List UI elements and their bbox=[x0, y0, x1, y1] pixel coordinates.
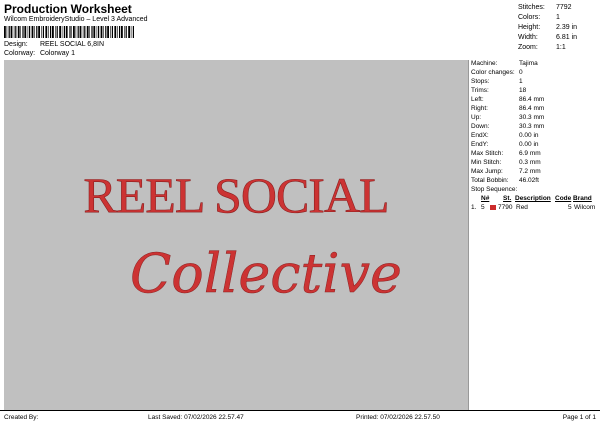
info-min-stitch: Min Stitch: 0.3 mm bbox=[471, 159, 541, 166]
stop-sequence-title: Stop Sequence: bbox=[471, 186, 518, 193]
footer-last-saved: Last Saved: 07/02/2026 22.57.47 bbox=[148, 414, 244, 421]
stop-sequence-header: N# St. Description Code Brand bbox=[471, 195, 595, 203]
info-right: Right: 86.4 mm bbox=[471, 105, 545, 112]
info-total-bobbin: Total Bobbin: 46.02ft bbox=[471, 177, 539, 184]
info-color-changes: Color changes: 0 bbox=[471, 69, 523, 76]
row-num: 5 bbox=[481, 204, 485, 211]
table-row: 1. 5 7790 Red 5 Wilcom bbox=[471, 204, 595, 212]
info-up: Up: 30.3 mm bbox=[471, 114, 545, 121]
color-swatch bbox=[490, 204, 496, 212]
colorway-label: Colorway: bbox=[4, 50, 36, 57]
col-brand: Brand bbox=[573, 195, 592, 202]
row-st: 7790 bbox=[498, 204, 513, 211]
software-subtitle: Wilcom EmbroideryStudio – Level 3 Advanc… bbox=[4, 16, 148, 23]
info-endy: EndY: 0.00 in bbox=[471, 141, 539, 148]
stat-zoom: Zoom: 1:1 bbox=[518, 44, 566, 51]
design-preview: REEL SOCIAL Collective bbox=[4, 60, 468, 410]
row-brand: Wilcom bbox=[574, 204, 596, 211]
footer-created-by: Created By: bbox=[4, 414, 39, 421]
row-description: Red bbox=[516, 204, 528, 211]
info-endx: EndX: 0.00 in bbox=[471, 132, 539, 139]
info-down: Down: 30.3 mm bbox=[471, 123, 545, 130]
embroidery-design: REEL SOCIAL Collective bbox=[83, 167, 402, 306]
col-num: N# bbox=[481, 195, 490, 202]
info-machine: Machine: Tajima bbox=[471, 60, 538, 67]
stat-width: Width: 6.81 in bbox=[518, 34, 578, 41]
info-max-stitch: Max Stitch: 6.9 mm bbox=[471, 150, 541, 157]
col-st: St. bbox=[503, 195, 512, 202]
footer-page: Page 1 of 1 bbox=[562, 414, 596, 421]
col-description: Description bbox=[515, 195, 551, 202]
design-text-reel-social: REEL SOCIAL bbox=[83, 167, 388, 223]
machine-info-panel: Machine: Tajima Color changes: 0 Stops: 1 T… bbox=[468, 60, 597, 410]
stat-stitches: Stitches: 7792 bbox=[518, 4, 572, 11]
info-stops: Stops: 1 bbox=[471, 78, 523, 85]
page-title: Production Worksheet bbox=[4, 2, 132, 16]
col-code: Code bbox=[555, 195, 572, 202]
footer: Created By: Last Saved: 07/02/2026 22.57… bbox=[0, 410, 600, 425]
barcode bbox=[4, 26, 134, 38]
info-left: Left: 86.4 mm bbox=[471, 96, 545, 103]
stat-colors: Colors: 1 bbox=[518, 14, 560, 21]
row-code: 5 bbox=[568, 204, 572, 211]
footer-printed: Printed: 07/02/2026 22.57.50 bbox=[356, 414, 440, 421]
info-trims: Trims: 18 bbox=[471, 87, 527, 94]
info-max-jump: Max Jump: 7.2 mm bbox=[471, 168, 541, 175]
design-name-row: Design: REEL SOCIAL 6,8IN bbox=[4, 41, 104, 48]
colorway-value: Colorway 1 bbox=[39, 50, 75, 57]
row-index: 1. bbox=[471, 204, 477, 211]
colorway-row: Colorway: Colorway 1 bbox=[4, 50, 75, 57]
design-label: Design: bbox=[4, 41, 28, 48]
design-text-collective: Collective bbox=[130, 242, 402, 305]
stat-height: Height: 2.39 in bbox=[518, 24, 578, 31]
design-value: REEL SOCIAL 6,8IN bbox=[39, 41, 105, 48]
stitch-stats: Stitches: 7792 Colors: 1 Height: 2.39 in Wi… bbox=[518, 3, 577, 53]
